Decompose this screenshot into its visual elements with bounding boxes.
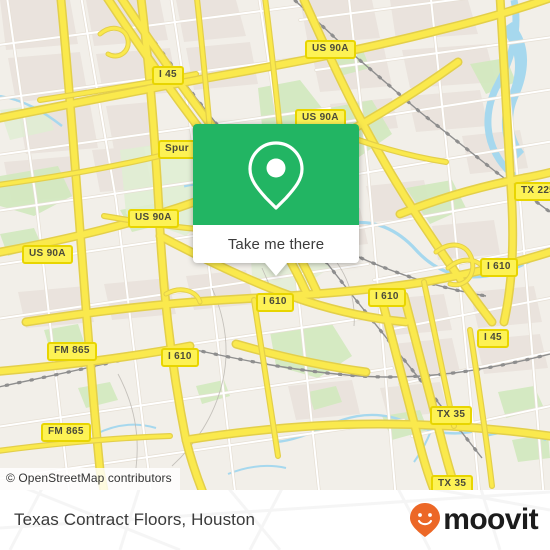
- road-shield: US 90A: [22, 245, 73, 264]
- footer-bar: Texas Contract Floors, Houston moovit: [0, 490, 550, 550]
- road-shield: FM 865: [47, 342, 97, 361]
- road-shield: I 610: [256, 293, 294, 312]
- road-shield: FM 865: [41, 423, 91, 442]
- road-shield: TX 225: [514, 182, 550, 201]
- road-shield: I 45: [152, 66, 184, 85]
- road-shield: I 610: [368, 288, 406, 307]
- map-attribution: © OpenStreetMap contributors: [0, 468, 180, 490]
- take-me-there-button[interactable]: Take me there: [193, 225, 359, 263]
- road-shield: Spur: [158, 140, 196, 159]
- moovit-wordmark: moovit: [443, 503, 538, 536]
- place-title: Texas Contract Floors, Houston: [14, 510, 256, 529]
- popup-pointer: [265, 263, 287, 276]
- road-shield: I 45: [477, 329, 509, 348]
- road-shield: I 610: [161, 348, 199, 367]
- map-screenshot: .blk { fill:#e9e2db; } .park { fill:#d3e…: [0, 0, 550, 550]
- popup-header: [193, 124, 359, 225]
- moovit-pin-smiley-icon: [410, 503, 441, 537]
- road-shield: TX 35: [431, 475, 474, 490]
- take-me-there-label: Take me there: [227, 235, 325, 253]
- road-shield: I 610: [480, 258, 518, 277]
- location-popup[interactable]: Take me there: [193, 124, 359, 276]
- road-shield: TX 35: [430, 406, 473, 425]
- road-shield: US 90A: [128, 209, 179, 228]
- moovit-logo: moovit: [409, 490, 539, 550]
- map-pin-icon: [248, 140, 304, 210]
- road-shield: US 90A: [305, 40, 356, 59]
